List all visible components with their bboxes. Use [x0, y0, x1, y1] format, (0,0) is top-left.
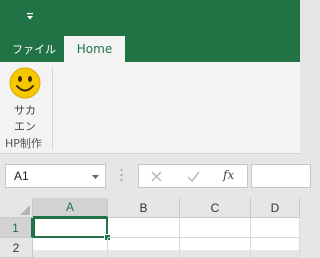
formula-actions: fx — [138, 164, 248, 188]
cell-b1[interactable] — [108, 218, 180, 238]
tab-file[interactable]: ファイル — [12, 41, 56, 57]
cell-c2[interactable] — [180, 238, 251, 258]
cell-d1[interactable] — [251, 218, 300, 238]
row-header-1[interactable]: 1 — [0, 218, 33, 238]
cell-b2[interactable] — [108, 238, 180, 258]
title-bar: ファイル Home — [0, 0, 300, 62]
sakaen-button[interactable]: サカ エン — [6, 65, 44, 133]
sakaen-label-line2: エン — [14, 120, 36, 133]
ribbon: サカ エン HP制作 — [0, 62, 300, 154]
chevron-down-icon[interactable] — [92, 175, 99, 179]
cancel-icon[interactable] — [151, 171, 162, 182]
sakaen-label-line1: サカ — [14, 104, 36, 117]
column-header-c[interactable]: C — [180, 198, 251, 218]
cell-a1[interactable] — [33, 217, 108, 238]
column-header-a[interactable]: A — [33, 198, 108, 218]
cell-d2[interactable] — [251, 238, 300, 258]
smiley-face-icon — [9, 67, 41, 99]
check-icon[interactable] — [187, 171, 200, 182]
column-header-b[interactable]: B — [108, 198, 180, 218]
row-header-2[interactable]: 2 — [0, 238, 33, 258]
select-all-button[interactable] — [0, 198, 33, 218]
insert-function-button[interactable]: fx — [223, 168, 234, 182]
formula-bar: A1 fx — [0, 154, 311, 198]
quick-access-customize-icon[interactable] — [24, 12, 36, 22]
ribbon-group-separator — [52, 68, 53, 150]
vertical-dots-icon — [120, 169, 123, 181]
column-header-d[interactable]: D — [251, 198, 300, 218]
tab-home[interactable]: Home — [64, 36, 125, 62]
formula-input[interactable] — [251, 164, 311, 188]
spreadsheet-grid: A B C D 1 2 — [0, 198, 300, 258]
cell-c1[interactable] — [180, 218, 251, 238]
ribbon-group-label: HP制作 — [5, 137, 42, 150]
cell-a2[interactable] — [33, 238, 108, 258]
select-all-icon — [20, 205, 30, 215]
name-box-value: A1 — [14, 169, 29, 183]
name-box[interactable]: A1 — [5, 164, 106, 188]
